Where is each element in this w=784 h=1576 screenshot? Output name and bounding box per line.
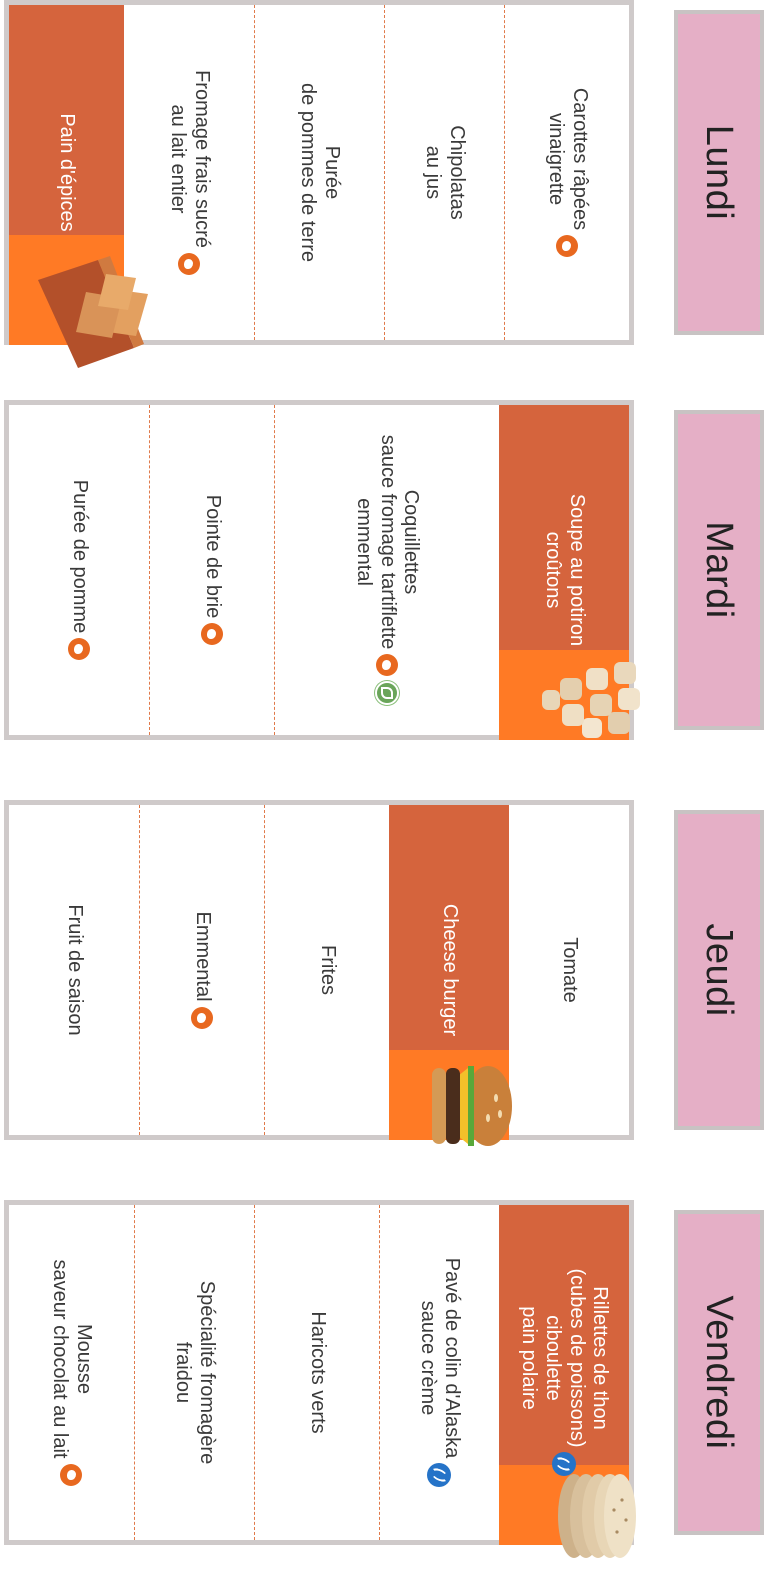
menu-item: Frites <box>264 805 389 1135</box>
menu-item-label: Carottes râpées vinaigrette <box>545 87 591 231</box>
weekly-menu: Lundi Carottes râpées vinaigrette Chipol… <box>0 0 784 1576</box>
day-name: Mardi <box>698 521 741 619</box>
organic-icon <box>375 681 399 706</box>
menu-item-label: Spécialité fromagère fraidou <box>172 1280 219 1465</box>
menu-item-label: Pain d'épices <box>56 113 79 232</box>
menu-item: Emmental <box>139 805 264 1135</box>
menu-item-label: Cheese burger <box>438 903 461 1037</box>
local-icon <box>376 654 398 677</box>
day-header: Mardi <box>674 410 764 730</box>
day-name: Lundi <box>698 124 741 221</box>
day-header: Lundi <box>674 10 764 335</box>
menu-item-label: Fruit de saison <box>63 904 86 1036</box>
day-header: Jeudi <box>674 810 764 1130</box>
flatbread-image <box>558 1474 636 1558</box>
menu-item: Chipolatas au jus <box>384 5 504 340</box>
menu-item-label: Mousse saveur chocolat au lait <box>49 1259 96 1459</box>
menu-item: Mousse saveur chocolat au lait <box>9 1205 134 1540</box>
menu-item: Purée de pommes de terre <box>254 5 384 340</box>
day-name: Vendredi <box>698 1295 741 1450</box>
menu-item: Tomate <box>509 805 629 1135</box>
menu-item-label: Purée de pomme <box>68 479 91 634</box>
gingerbread-image <box>38 256 148 368</box>
menu-card: Tomate Cheese burger Frites Emmental Fru… <box>4 800 634 1140</box>
menu-item-label: Haricots verts <box>306 1311 329 1434</box>
menu-item: Haricots verts <box>254 1205 379 1540</box>
burger-image <box>432 1066 512 1146</box>
menu-card: Rillettes de thon (cubes de poissons) ci… <box>4 1200 634 1545</box>
croutons-image <box>542 662 640 738</box>
local-icon <box>68 638 90 661</box>
menu-item: Purée de pomme <box>9 405 149 735</box>
menu-item-label: Purée de pommes de terre <box>297 83 344 262</box>
menu-item: Fruit de saison <box>9 805 139 1135</box>
day-header: Vendredi <box>674 1210 764 1535</box>
menu-item-label: Rillettes de thon (cubes de poissons) ci… <box>518 1268 612 1448</box>
menu-item-label: Fromage frais sucré au lait entier <box>167 70 213 248</box>
day-vendredi: Vendredi Rillettes de thon (cubes de poi… <box>0 1200 784 1558</box>
local-icon <box>178 252 200 275</box>
menu-item: Coquillettes sauce fromage tartiflette e… <box>274 405 499 735</box>
day-lundi: Lundi Carottes râpées vinaigrette Chipol… <box>0 0 784 368</box>
menu-item-label: Pointe de brie <box>201 494 224 619</box>
menu-item-label: Tomate <box>558 937 581 1003</box>
local-icon <box>191 1006 213 1029</box>
menu-item-label: Frites <box>316 945 339 995</box>
local-icon <box>60 1463 83 1486</box>
menu-item: Spécialité fromagère fraidou <box>134 1205 254 1540</box>
menu-item-label: Soupe au potiron croûtons <box>542 493 588 647</box>
local-icon <box>201 623 223 646</box>
local-icon <box>556 235 578 258</box>
menu-item-label: Emmental <box>191 911 214 1002</box>
fish-icon <box>427 1463 452 1488</box>
menu-item: Pointe de brie <box>149 405 274 735</box>
menu-item-label: Pavé de colin d'Alaska sauce crème <box>417 1257 464 1459</box>
menu-item: Pavé de colin d'Alaska sauce crème <box>379 1205 499 1540</box>
menu-item: Carottes râpées vinaigrette <box>504 5 629 340</box>
menu-item-label: Chipolatas au jus <box>422 125 469 220</box>
day-name: Jeudi <box>698 923 741 1017</box>
day-mardi: Mardi Soupe au potiron croûtons Coquille… <box>0 400 784 740</box>
menu-page: Lundi Carottes râpées vinaigrette Chipol… <box>0 0 784 1576</box>
day-jeudi: Jeudi Tomate Cheese burger Frites Emment… <box>0 800 784 1146</box>
menu-item-label: Coquillettes sauce fromage tartiflette e… <box>353 434 423 650</box>
